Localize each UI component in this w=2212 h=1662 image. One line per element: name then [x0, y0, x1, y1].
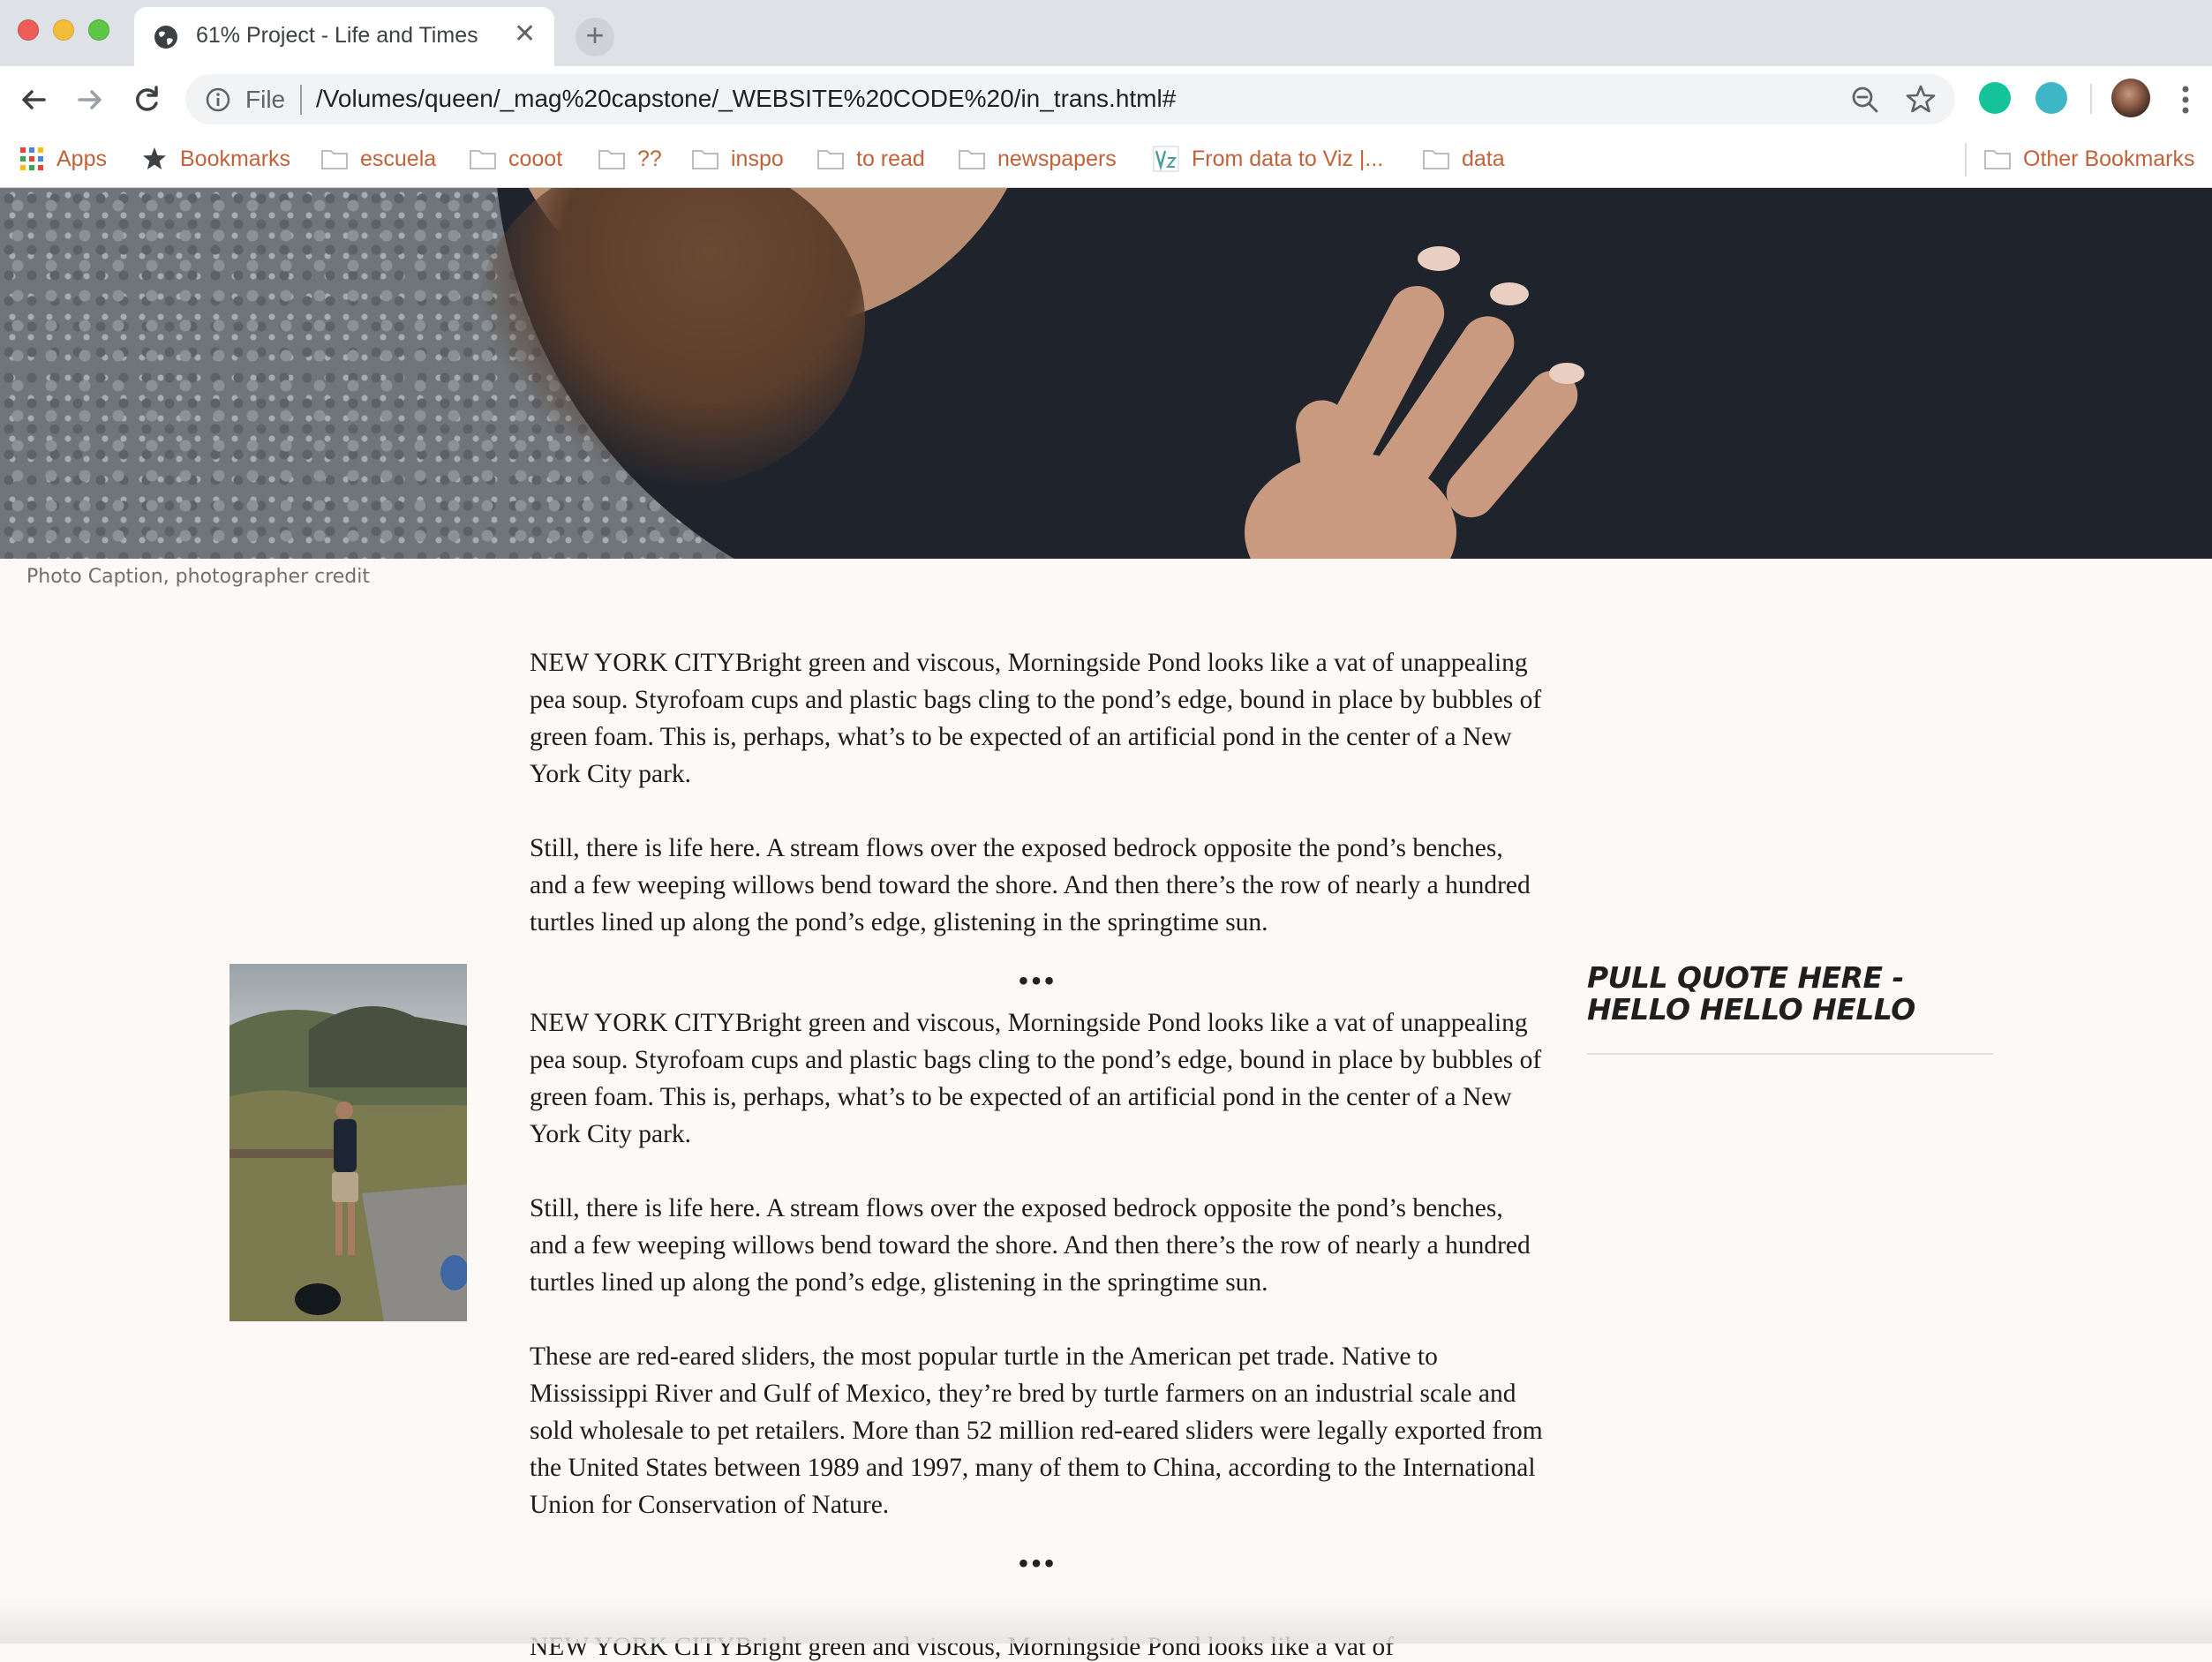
zoom-out-icon[interactable]: [1850, 85, 1880, 115]
bookmark-label: to read: [856, 146, 925, 171]
bookmark-label: From data to Viz |...: [1192, 146, 1384, 171]
reload-icon[interactable]: [129, 82, 164, 117]
tab-strip: 61% Project - Life and Times ✕ +: [0, 0, 2212, 66]
window-close-button[interactable]: [18, 19, 39, 41]
more-menu-icon[interactable]: [2178, 82, 2193, 117]
globe-icon: [154, 26, 177, 49]
section-separator: •••: [1018, 1545, 1057, 1581]
folder-icon: [1423, 150, 1449, 169]
browser-tab[interactable]: 61% Project - Life and Times ✕: [134, 7, 554, 66]
folder-icon: [321, 150, 348, 169]
profile-avatar[interactable]: [2111, 79, 2150, 117]
pull-quote-divider: [1587, 1053, 1993, 1055]
star-icon: [143, 147, 166, 169]
section-separator: •••: [1018, 963, 1057, 998]
bookmark-bookmarks[interactable]: Bookmarks: [141, 141, 290, 177]
inline-photo-illustration: [229, 1006, 467, 1321]
address-divider: [300, 85, 302, 115]
folder-icon: [470, 150, 496, 169]
bookmark-folder-to-read[interactable]: to read: [817, 141, 925, 177]
folder-icon: [959, 150, 985, 169]
bookmarks-bar: Apps Bookmarks escuela cooot ?? inspo to…: [0, 132, 2212, 188]
pull-quote: PULL QUOTE HERE - HELLO HELLO HELLO: [1587, 960, 1915, 1027]
bookmark-from-data-to-viz[interactable]: From data to Viz |...: [1153, 141, 1383, 177]
address-bar[interactable]: File /Volumes/queen/_mag%20capstone/_WEB…: [185, 74, 1955, 124]
toolbar-divider: [2090, 84, 2092, 114]
window-bottom-shadow: [0, 1598, 2212, 1643]
tab-close-icon[interactable]: ✕: [514, 19, 536, 49]
photo-caption: Photo Caption, photographer credit: [26, 566, 371, 588]
hero-hand-shape: [1245, 246, 1584, 559]
bookmark-apps[interactable]: Apps: [19, 141, 107, 177]
bookmark-label: cooot: [508, 146, 563, 171]
window-minimize-button[interactable]: [53, 19, 74, 41]
bookmark-folder-inspo[interactable]: inspo: [692, 141, 784, 177]
bookmark-label: escuela: [360, 146, 437, 171]
bookmark-label: data: [1462, 146, 1505, 171]
other-bookmarks-label: Other Bookmarks: [2023, 146, 2195, 171]
bookmark-folder-newspapers[interactable]: newspapers: [959, 141, 1117, 177]
article-paragraph: These are red-eared sliders, the most po…: [530, 1342, 1543, 1519]
address-scheme-label: File: [245, 86, 286, 113]
article-body: NEW YORK CITYBright green and viscous, M…: [530, 644, 1545, 1587]
article-paragraph: NEW YORK CITYBright green and viscous, M…: [530, 649, 1542, 788]
bookmark-folder-data[interactable]: data: [1423, 141, 1505, 177]
browser-toolbar: File /Volumes/queen/_mag%20capstone/_WEB…: [0, 66, 2212, 132]
new-tab-button[interactable]: +: [576, 18, 614, 56]
forward-arrow-icon[interactable]: [72, 82, 108, 117]
article-paragraph: Still, there is life here. A stream flow…: [530, 834, 1531, 936]
article-paragraph: NEW YORK CITYBright green and viscous, M…: [530, 1009, 1542, 1148]
bookmark-folder-escuela[interactable]: escuela: [321, 141, 436, 177]
site-info-icon[interactable]: [205, 86, 231, 113]
apps-grid-icon: [20, 147, 43, 170]
bookmark-label: Apps: [56, 146, 107, 171]
bookmark-label: inspo: [731, 146, 784, 171]
other-bookmarks[interactable]: Other Bookmarks: [1984, 141, 2195, 177]
bookmarks-divider: [1965, 143, 1967, 177]
bookmark-label: Bookmarks: [180, 146, 291, 171]
article-paragraph: Still, there is life here. A stream flow…: [530, 1194, 1531, 1297]
bookmark-label: newspapers: [997, 146, 1117, 171]
bookmark-star-icon[interactable]: [1905, 83, 1937, 115]
inline-photo: [229, 964, 467, 1321]
bookmark-label: ??: [637, 146, 662, 171]
folder-icon: [692, 150, 719, 169]
grammarly-extension-icon[interactable]: [1979, 82, 2011, 114]
bookmark-folder-questions[interactable]: ??: [598, 141, 662, 177]
bookmark-folder-cooot[interactable]: cooot: [470, 141, 562, 177]
viz-favicon-icon: [1153, 146, 1179, 172]
hero-photo: [0, 188, 2212, 559]
back-arrow-icon[interactable]: [16, 82, 51, 117]
folder-icon: [817, 150, 844, 169]
extension-m-icon[interactable]: [2035, 82, 2067, 114]
address-url[interactable]: /Volumes/queen/_mag%20capstone/_WEBSITE%…: [316, 85, 1176, 113]
folder-icon: [598, 150, 625, 169]
window-maximize-button[interactable]: [88, 19, 109, 41]
folder-icon: [1984, 150, 2011, 169]
tab-title: 61% Project - Life and Times: [196, 23, 478, 48]
